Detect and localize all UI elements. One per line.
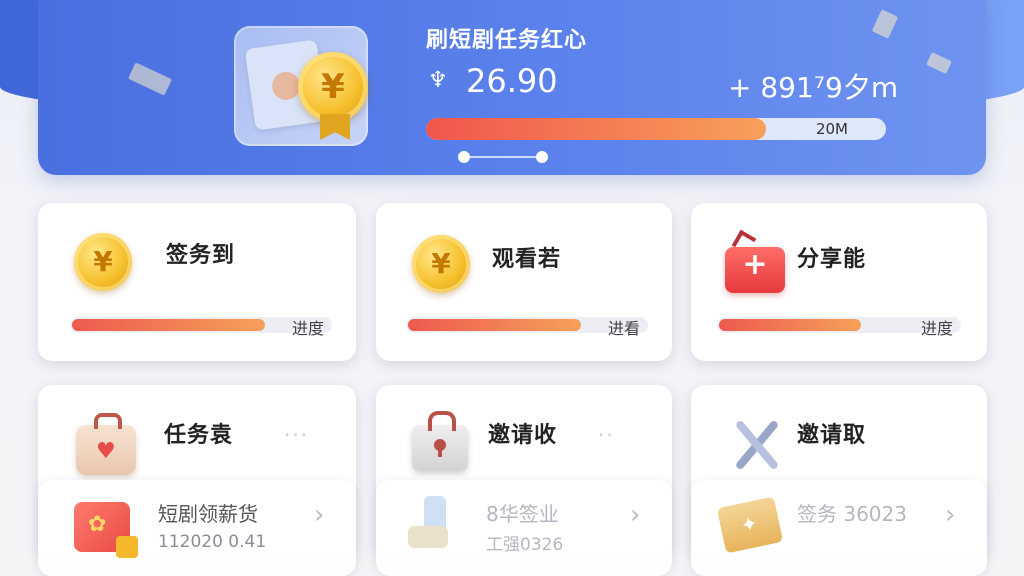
confetti-decoration <box>128 62 172 96</box>
carousel-dot[interactable] <box>458 151 470 163</box>
list-item[interactable]: ✿ 短剧领薪货 112020 0.41 › <box>38 480 356 576</box>
task-progress-label: 进看 <box>607 319 640 338</box>
list-item[interactable]: ✦ 签务 36023 › <box>691 480 987 576</box>
banner-progress-fill <box>426 118 767 140</box>
confetti-decoration <box>926 52 952 74</box>
ribbon-icon <box>320 114 350 140</box>
list-item-title: 短剧领薪货 <box>158 502 258 526</box>
task-progress-fill <box>408 319 581 331</box>
task-progress-bar: 进看 <box>406 317 648 338</box>
carousel-dot[interactable] <box>536 151 548 163</box>
carousel-indicator[interactable] <box>458 150 548 164</box>
task-progress-fill <box>72 319 265 331</box>
confetti-decoration <box>871 9 899 39</box>
task-card-title: 邀请收 <box>488 423 558 448</box>
task-card-title: 观看若 <box>492 247 562 272</box>
lock-icon <box>412 411 468 471</box>
list-item-meta: 工强0326 <box>486 535 564 555</box>
task-card-title: 分享能 <box>797 247 867 272</box>
task-progress-bar: 进度 <box>717 317 961 338</box>
list-item-title: 签务 36023 <box>797 502 907 526</box>
task-card-watch[interactable]: ¥ 观看若 进看 <box>376 203 672 361</box>
carousel-track <box>466 156 542 158</box>
task-card-share[interactable]: + 分享能 进度 <box>691 203 987 361</box>
task-progress-label: 进度 <box>920 319 953 338</box>
bag-icon: ♥ <box>76 413 136 475</box>
coin-icon: ¥ <box>412 235 470 293</box>
tools-icon <box>727 415 787 471</box>
task-card-checkin[interactable]: ¥ 签务到 进度 <box>38 203 356 361</box>
banner-extra-value: + 891⁷9夕m <box>728 71 899 104</box>
trophy-icon: ♆ <box>428 68 448 93</box>
gift-box-icon: + <box>725 247 785 293</box>
list-item-title: 8华签业 <box>486 502 559 526</box>
task-card-title: 邀请取 <box>797 423 867 448</box>
more-icon[interactable]: ·· <box>598 423 615 447</box>
list-item[interactable]: 8华签业 工强0326 › <box>376 480 672 576</box>
bottle-icon <box>408 496 458 552</box>
task-card-title: 签务到 <box>166 243 236 268</box>
banner-progress-label: 20M <box>815 120 848 138</box>
banner-progress-bar: 20M <box>426 118 886 140</box>
banner-amount: 26.90 <box>466 62 558 100</box>
red-packet-icon: ✿ <box>74 502 138 558</box>
task-progress-fill <box>719 319 862 331</box>
banner-illustration: ¥ <box>234 26 368 146</box>
list-item-meta: 112020 0.41 <box>158 532 267 552</box>
task-progress-label: 进度 <box>291 319 324 338</box>
chevron-right-icon[interactable]: › <box>945 500 955 530</box>
task-banner[interactable]: ¥ 刷短剧任务红心 ♆ 26.90 + 891⁷9夕m 20M <box>38 0 986 175</box>
coin-icon: ¥ <box>298 52 368 122</box>
envelope-icon: ✦ <box>716 496 784 554</box>
more-icon[interactable]: ··· <box>284 423 309 447</box>
chevron-right-icon[interactable]: › <box>314 500 324 530</box>
coin-icon: ¥ <box>74 233 132 291</box>
banner-title: 刷短剧任务红心 <box>426 28 588 53</box>
chevron-right-icon[interactable]: › <box>630 500 640 530</box>
task-card-title: 任务袁 <box>164 423 234 448</box>
task-progress-bar: 进度 <box>70 317 332 338</box>
